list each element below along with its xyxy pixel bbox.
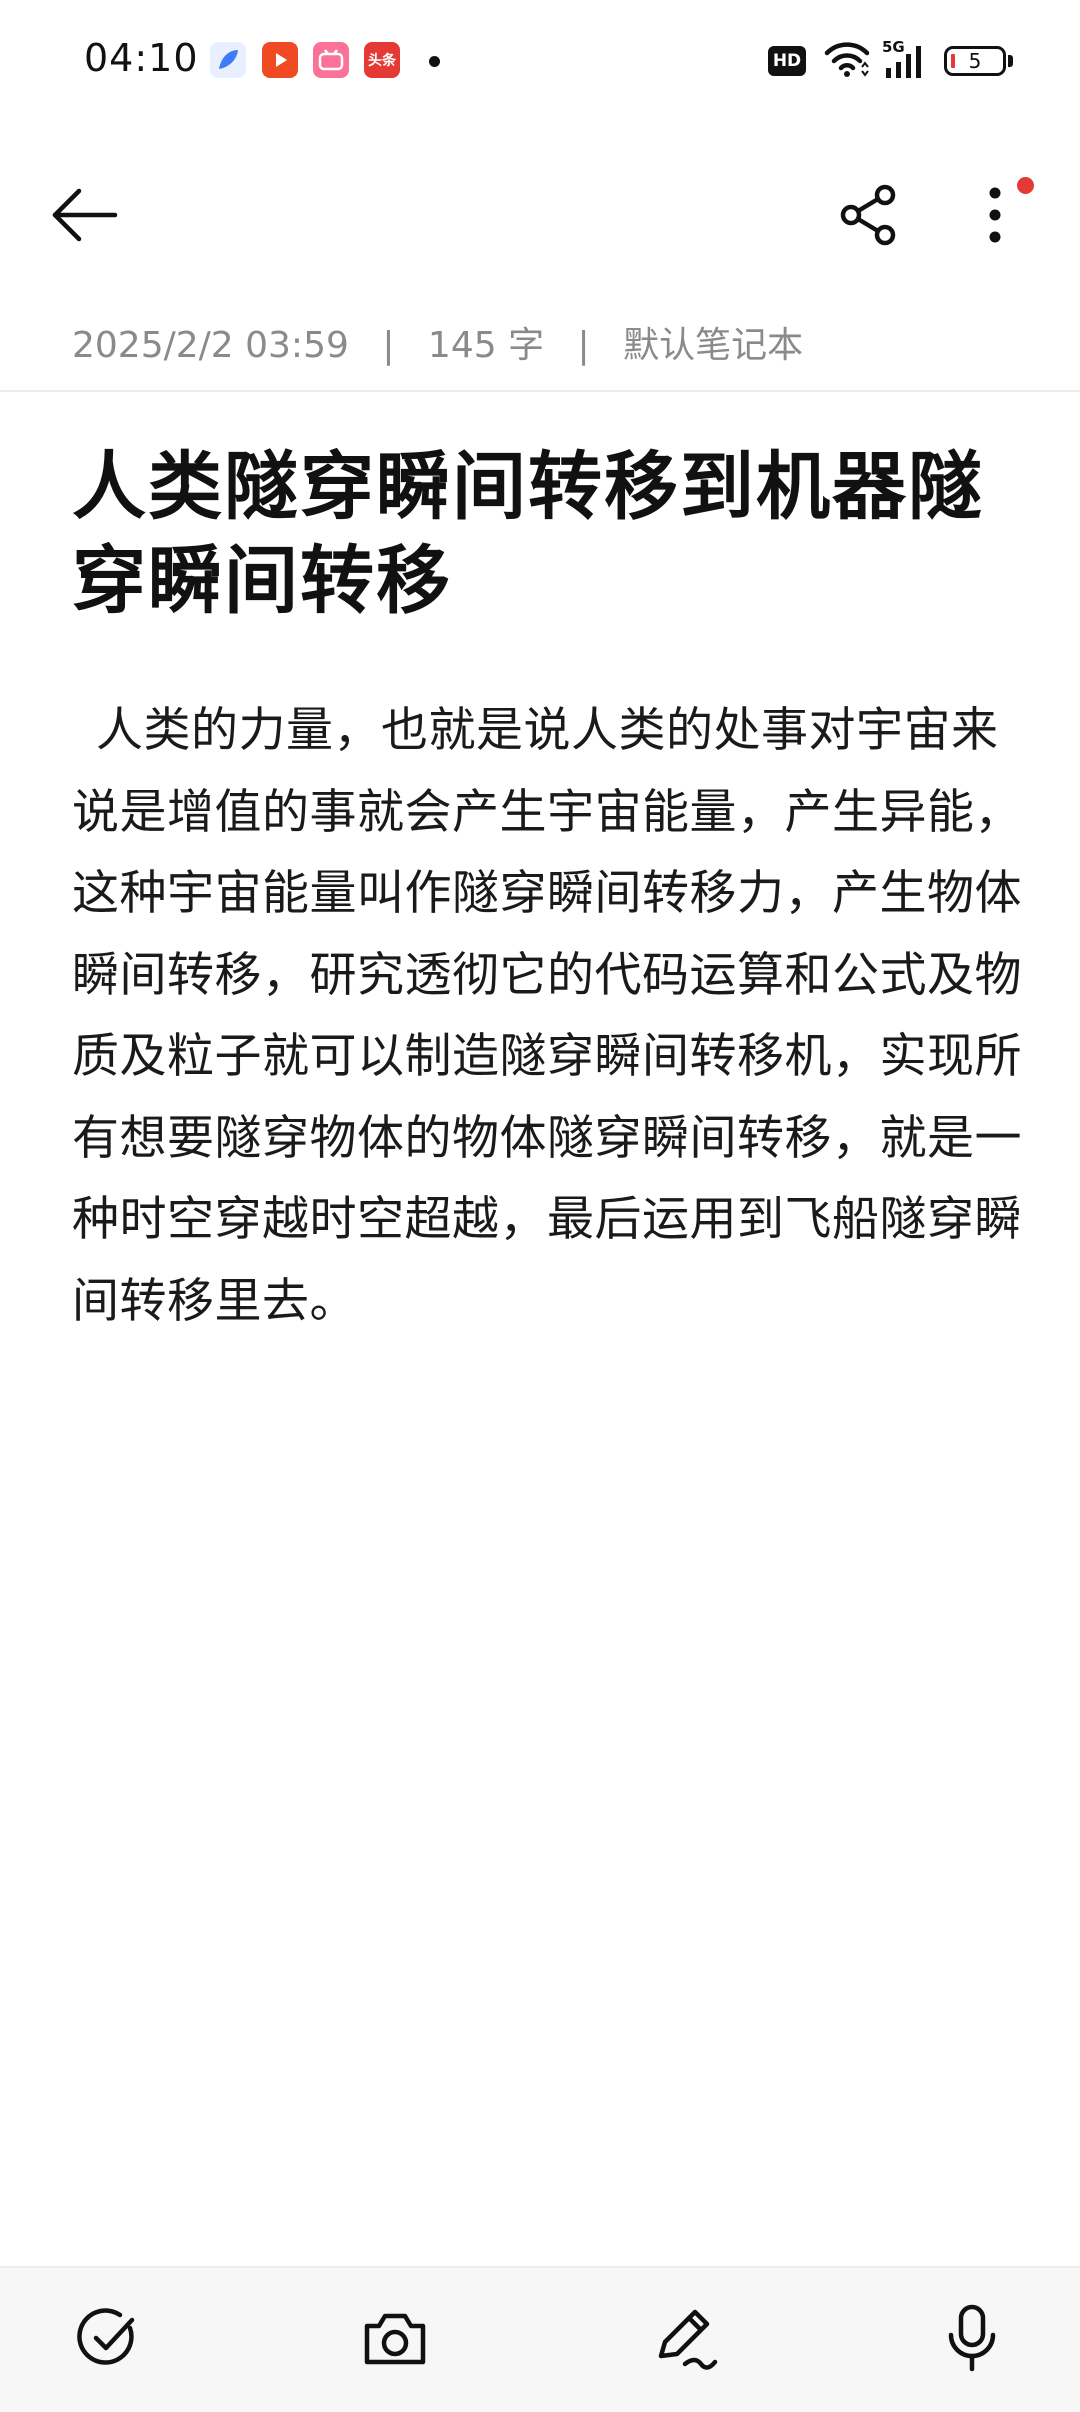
note-toolbar [0, 160, 1080, 270]
battery-cap [1008, 55, 1013, 67]
status-time: 04:10 [84, 36, 199, 80]
note-word-count: 145 字 [427, 325, 545, 366]
network-label: 5G [882, 38, 905, 56]
feather-app-icon [210, 42, 246, 78]
toutiao-app-icon: 头条 [364, 42, 400, 78]
battery-low-level [951, 54, 955, 68]
meta-separator: | [577, 325, 590, 366]
more-notification-badge [1017, 177, 1034, 194]
note-meta: 2025/2/2 03:59 | 145 字 | 默认笔记本 [72, 316, 803, 368]
meta-divider [0, 390, 1080, 392]
pen-icon [658, 2309, 718, 2370]
checklist-button[interactable] [68, 2298, 148, 2378]
microphone-icon [948, 2304, 996, 2372]
battery-level: 5 [968, 49, 982, 73]
arrow-left-icon [52, 188, 118, 242]
hd-badge: HD [768, 46, 806, 76]
note-title[interactable]: 人类隧穿瞬间转移到机器隧穿瞬间转移 [72, 440, 1022, 628]
video-play-app-icon [262, 42, 298, 78]
bilibili-app-icon [313, 42, 349, 78]
status-bar: 04:10 头条 HD 5G 5 [0, 0, 1080, 124]
cellular-signal-icon: 5G [882, 38, 930, 82]
handwriting-button[interactable] [645, 2298, 725, 2378]
checklist-icon [77, 2308, 135, 2365]
meta-separator: | [382, 325, 395, 366]
more-vertical-icon [989, 187, 1001, 243]
camera-icon [364, 2313, 426, 2365]
note-notebook[interactable]: 默认笔记本 [623, 325, 803, 366]
back-button[interactable] [40, 170, 130, 260]
note-body[interactable]: 人类的力量，也就是说人类的处事对宇宙来说是增值的事就会产生宇宙能量，产生异能，这… [72, 690, 1022, 1342]
note-datetime: 2025/2/2 03:59 [72, 325, 349, 366]
battery-indicator: 5 [944, 46, 1006, 76]
share-icon [840, 184, 896, 246]
toutiao-label: 头条 [368, 53, 396, 69]
voice-input-button[interactable] [932, 2298, 1012, 2378]
more-notifications-dot [429, 56, 440, 67]
bottom-action-bar [0, 2266, 1080, 2412]
share-button[interactable] [824, 170, 914, 260]
camera-button[interactable] [355, 2298, 435, 2378]
wifi-icon [822, 40, 872, 80]
hd-label: HD [772, 51, 802, 71]
